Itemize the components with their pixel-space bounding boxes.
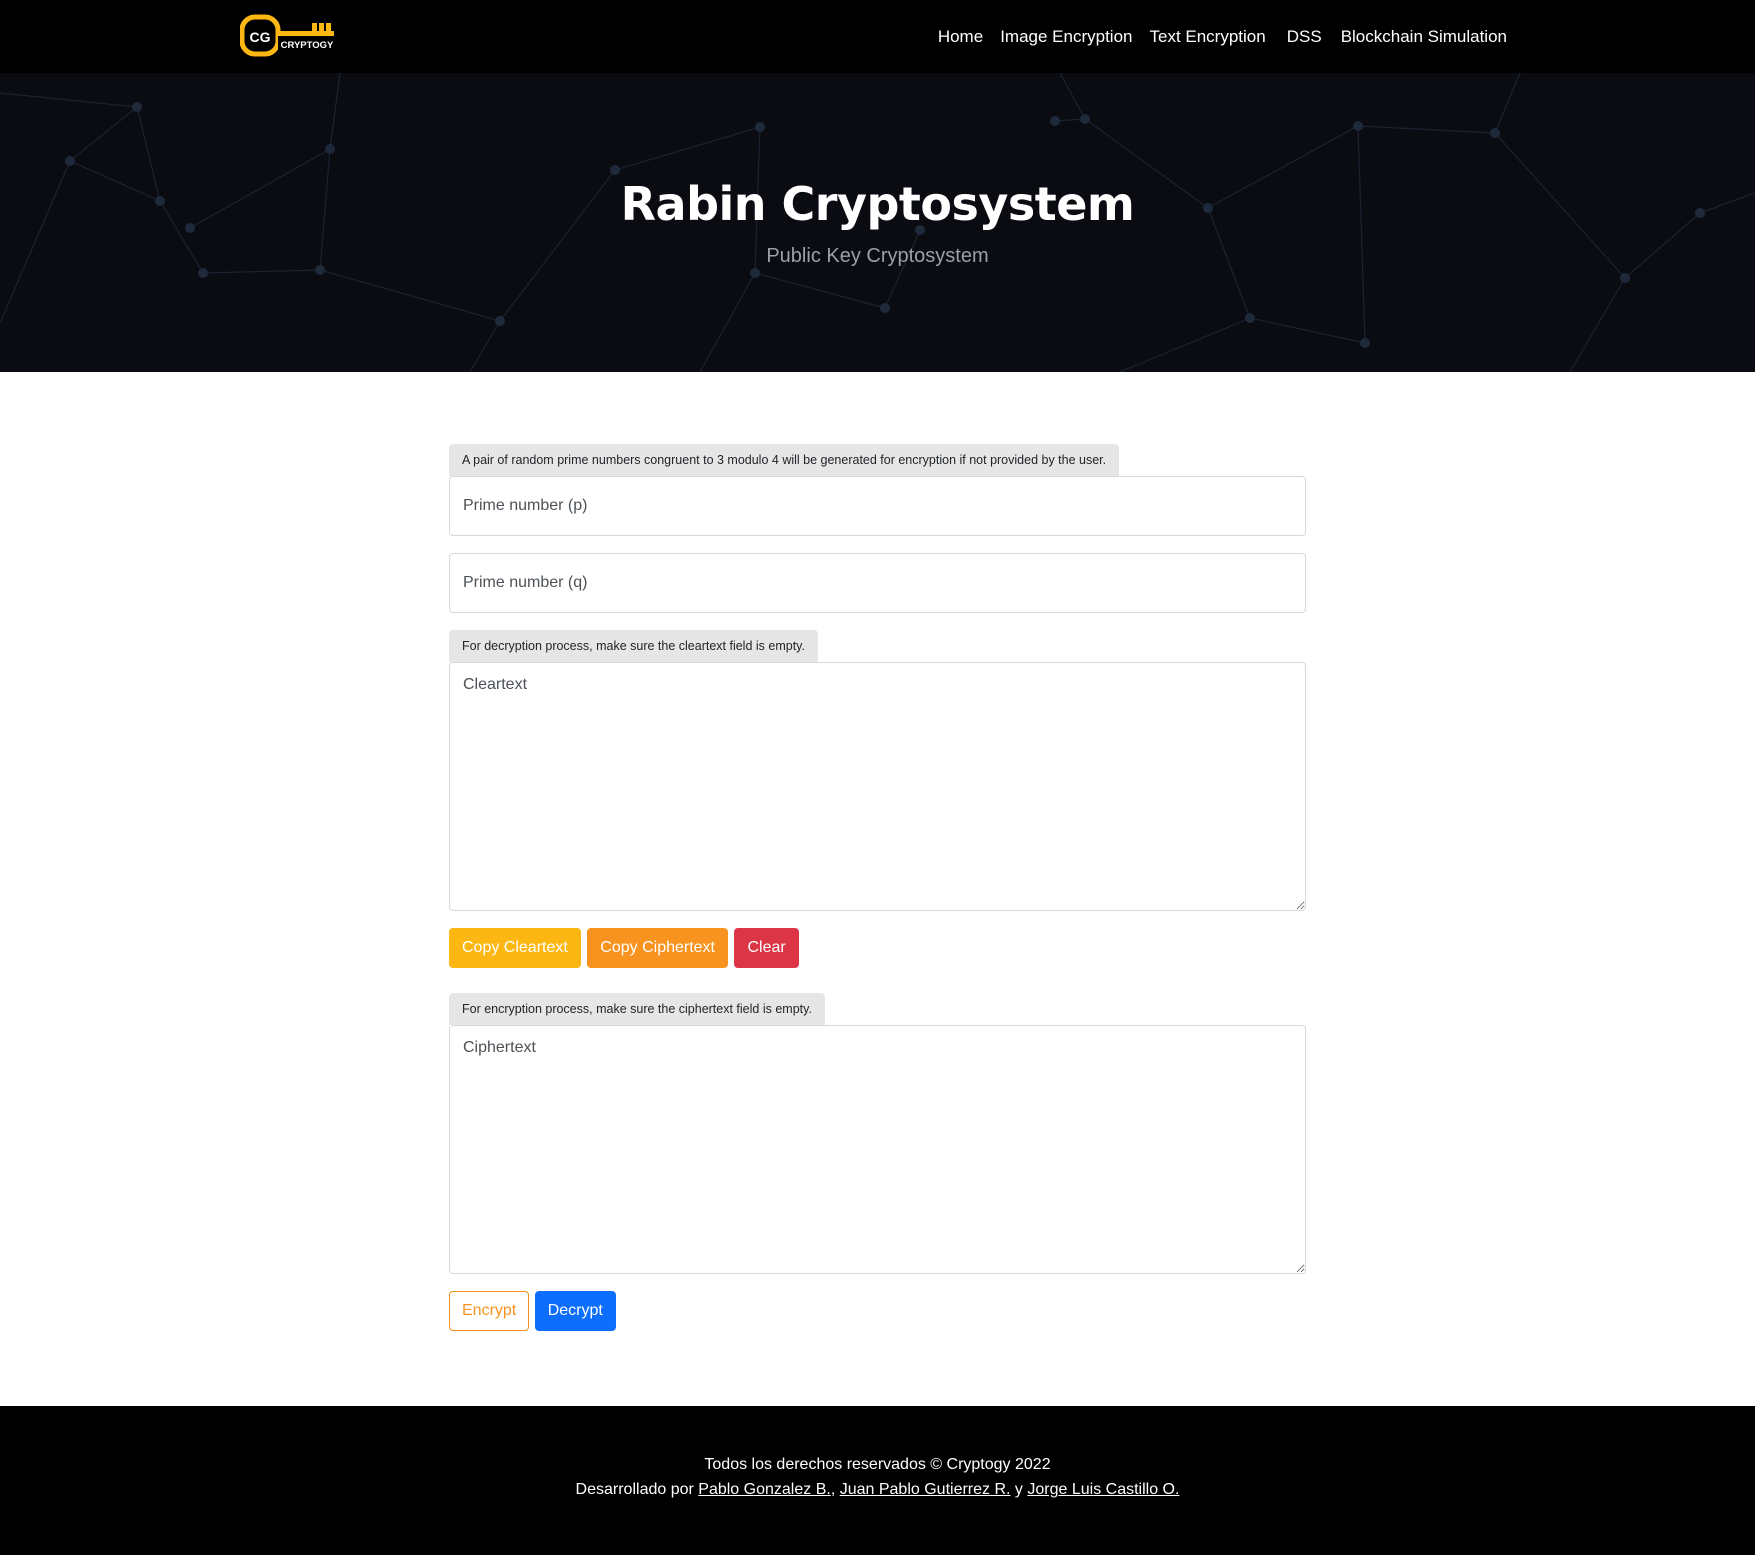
footer-dev-prefix: Desarrollado por [575, 1481, 694, 1498]
prime-q-input[interactable] [449, 553, 1306, 613]
rabin-form: A pair of random prime numbers congruent… [449, 444, 1306, 1331]
footer: Todos los derechos reservados © Cryptogy… [0, 1406, 1755, 1555]
cleartext-hint: For decryption process, make sure the cl… [449, 630, 818, 662]
copy-cleartext-button[interactable]: Copy Cleartext [449, 928, 581, 968]
nav-dss[interactable]: DSS [1287, 27, 1322, 47]
svg-text:CRYPTOGY: CRYPTOGY [281, 40, 334, 51]
cleartext-textarea[interactable] [449, 662, 1306, 911]
author-link-pablo-gonzalez[interactable]: Pablo Gonzalez B. [698, 1481, 831, 1498]
ciphertext-textarea[interactable] [449, 1025, 1306, 1274]
footer-copyright: Todos los derechos reservados © Cryptogy… [704, 1456, 1051, 1473]
nav-home[interactable]: Home [938, 27, 983, 47]
clear-button[interactable]: Clear [734, 928, 799, 968]
action-button-group: Encrypt Decrypt [449, 1291, 1306, 1331]
svg-text:CG: CG [250, 29, 271, 45]
footer-separator-y: y [1014, 1481, 1023, 1498]
cryptogy-logo[interactable]: CG CRYPTOGY [239, 14, 336, 58]
page-title: Rabin Cryptosystem [620, 177, 1135, 231]
decrypt-button[interactable]: Decrypt [534, 1291, 616, 1331]
nav-links: Home Image Encryption Text Encryption DS… [921, 0, 1507, 73]
ciphertext-hint: For encryption process, make sure the ci… [449, 993, 825, 1025]
encrypt-button[interactable]: Encrypt [449, 1291, 530, 1331]
author-link-juan-pablo-gutierrez[interactable]: Juan Pablo Gutierrez R. [840, 1481, 1011, 1498]
nav-image-encryption[interactable]: Image Encryption [1000, 27, 1132, 47]
prime-p-input[interactable] [449, 476, 1306, 536]
navbar: CG CRYPTOGY Home Image Encryption Text E… [0, 0, 1755, 73]
author-link-jorge-luis-castillo[interactable]: Jorge Luis Castillo O. [1027, 1481, 1179, 1498]
footer-credits: Desarrollado por Pablo Gonzalez B., Juan… [0, 1481, 1755, 1499]
nav-blockchain-simulation[interactable]: Blockchain Simulation [1341, 27, 1507, 47]
copy-ciphertext-button[interactable]: Copy Ciphertext [587, 928, 728, 968]
hero-banner: Rabin Cryptosystem Public Key Cryptosyst… [0, 73, 1755, 372]
prime-hint: A pair of random prime numbers congruent… [449, 444, 1120, 476]
page-subtitle: Public Key Cryptosystem [766, 245, 989, 267]
footer-separator-comma: , [830, 1481, 836, 1498]
nav-text-encryption[interactable]: Text Encryption [1149, 27, 1265, 47]
copy-button-group: Copy Cleartext Copy Ciphertext Clear [449, 928, 1306, 968]
